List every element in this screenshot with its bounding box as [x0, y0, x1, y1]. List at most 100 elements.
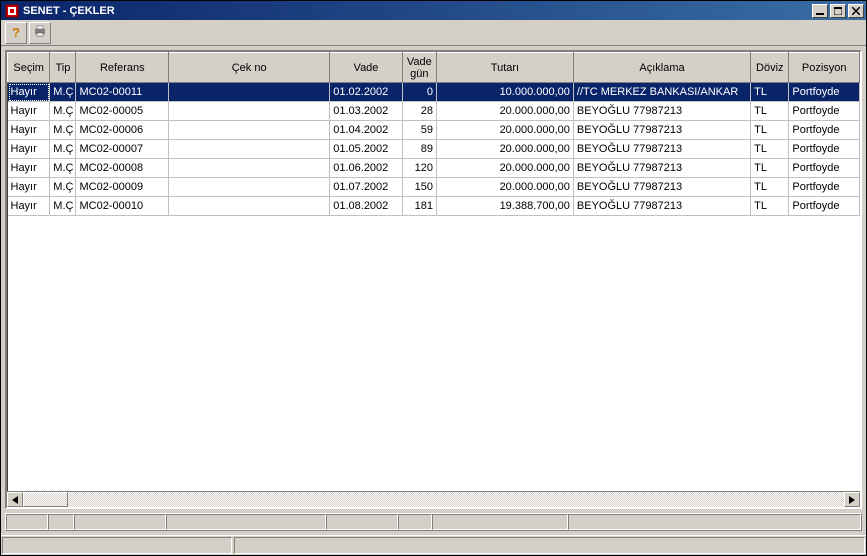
cell-doviz[interactable]: TL: [751, 140, 789, 159]
cell-vade[interactable]: 01.07.2002: [330, 178, 403, 197]
cell-referans[interactable]: MC02-00008: [76, 159, 169, 178]
cell-aciklama[interactable]: BEYOĞLU 77987213: [573, 121, 750, 140]
close-button[interactable]: [848, 4, 864, 18]
cell-pozisyon[interactable]: Portfoyde: [789, 197, 860, 216]
cell-vadegun[interactable]: 89: [402, 140, 436, 159]
cell-vadegun[interactable]: 28: [402, 102, 436, 121]
cell-vade[interactable]: 01.08.2002: [330, 197, 403, 216]
cell-secim[interactable]: Hayır: [8, 178, 50, 197]
cell-tip[interactable]: M.Ç: [50, 178, 76, 197]
cell-vadegun[interactable]: 150: [402, 178, 436, 197]
cell-tip[interactable]: M.Ç: [50, 140, 76, 159]
cell-referans[interactable]: MC02-00011: [76, 83, 169, 102]
cell-pozisyon[interactable]: Portfoyde: [789, 83, 860, 102]
titlebar[interactable]: SENET - ÇEKLER: [1, 1, 866, 20]
cell-secim[interactable]: Hayır: [8, 197, 50, 216]
cell-tutari[interactable]: 19.388.700,00: [436, 197, 573, 216]
cell-referans[interactable]: MC02-00007: [76, 140, 169, 159]
cell-tutari[interactable]: 20.000.000,00: [436, 159, 573, 178]
minimize-button[interactable]: [812, 4, 828, 18]
summary-cell: [6, 514, 48, 530]
cell-vade[interactable]: 01.02.2002: [330, 83, 403, 102]
cell-aciklama[interactable]: BEYOĞLU 77987213: [573, 178, 750, 197]
cell-aciklama[interactable]: BEYOĞLU 77987213: [573, 197, 750, 216]
cell-doviz[interactable]: TL: [751, 121, 789, 140]
maximize-button[interactable]: [830, 4, 846, 18]
cell-cekno[interactable]: [169, 140, 330, 159]
column-header-tutari[interactable]: Tutarı: [436, 53, 573, 83]
cell-vadegun[interactable]: 59: [402, 121, 436, 140]
cell-doviz[interactable]: TL: [751, 102, 789, 121]
cell-pozisyon[interactable]: Portfoyde: [789, 102, 860, 121]
column-header-aciklama[interactable]: Açıklama: [573, 53, 750, 83]
cell-doviz[interactable]: TL: [751, 197, 789, 216]
cell-vadegun[interactable]: 181: [402, 197, 436, 216]
cell-cekno[interactable]: [169, 121, 330, 140]
cell-aciklama[interactable]: BEYOĞLU 77987213: [573, 140, 750, 159]
table-row[interactable]: HayırM.ÇMC02-00008 01.06.200212020.000.00…: [8, 159, 860, 178]
cell-aciklama[interactable]: //TC MERKEZ BANKASI/ANKAR: [573, 83, 750, 102]
cell-tutari[interactable]: 20.000.000,00: [436, 102, 573, 121]
cell-tip[interactable]: M.Ç: [50, 197, 76, 216]
cell-secim[interactable]: Hayır: [8, 140, 50, 159]
cell-pozisyon[interactable]: Portfoyde: [789, 178, 860, 197]
table-row[interactable]: HayırM.ÇMC02-00011 01.02.2002010.000.000,…: [8, 83, 860, 102]
column-header-tip[interactable]: Tip: [50, 53, 76, 83]
column-header-doviz[interactable]: Döviz: [751, 53, 789, 83]
cell-doviz[interactable]: TL: [751, 83, 789, 102]
cell-tutari[interactable]: 20.000.000,00: [436, 178, 573, 197]
scroll-right-button[interactable]: [844, 492, 860, 507]
scroll-thumb[interactable]: [23, 492, 68, 507]
cell-cekno[interactable]: [169, 178, 330, 197]
cell-secim[interactable]: Hayır: [8, 83, 50, 102]
column-header-secim[interactable]: Seçim: [8, 53, 50, 83]
scroll-track[interactable]: [23, 492, 844, 507]
table-row[interactable]: HayırM.ÇMC02-00005 01.03.20022820.000.000…: [8, 102, 860, 121]
column-header-cekno[interactable]: Çek no: [169, 53, 330, 83]
cell-tutari[interactable]: 20.000.000,00: [436, 121, 573, 140]
cell-vadegun[interactable]: 120: [402, 159, 436, 178]
cell-referans[interactable]: MC02-00009: [76, 178, 169, 197]
cell-vadegun[interactable]: 0: [402, 83, 436, 102]
table-row[interactable]: HayırM.ÇMC02-00009 01.07.200215020.000.00…: [8, 178, 860, 197]
cell-tutari[interactable]: 20.000.000,00: [436, 140, 573, 159]
column-header-vadegun[interactable]: Vadegün: [402, 53, 436, 83]
cell-pozisyon[interactable]: Portfoyde: [789, 140, 860, 159]
cell-tip[interactable]: M.Ç: [50, 159, 76, 178]
column-header-pozisyon[interactable]: Pozisyon: [789, 53, 860, 83]
cell-aciklama[interactable]: BEYOĞLU 77987213: [573, 102, 750, 121]
print-button[interactable]: [29, 22, 51, 44]
cell-tip[interactable]: M.Ç: [50, 83, 76, 102]
cell-vade[interactable]: 01.04.2002: [330, 121, 403, 140]
data-grid[interactable]: SeçimTipReferansÇek noVadeVadegünTutarıA…: [5, 50, 862, 509]
cell-aciklama[interactable]: BEYOĞLU 77987213: [573, 159, 750, 178]
cell-cekno[interactable]: [169, 197, 330, 216]
table-row[interactable]: HayırM.ÇMC02-00010 01.08.200218119.388.70…: [8, 197, 860, 216]
horizontal-scrollbar[interactable]: [7, 491, 860, 507]
table-row[interactable]: HayırM.ÇMC02-00007 01.05.20028920.000.000…: [8, 140, 860, 159]
cell-cekno[interactable]: [169, 83, 330, 102]
cell-pozisyon[interactable]: Portfoyde: [789, 121, 860, 140]
table-row[interactable]: HayırM.ÇMC02-00006 01.04.20025920.000.000…: [8, 121, 860, 140]
cell-pozisyon[interactable]: Portfoyde: [789, 159, 860, 178]
cell-tip[interactable]: M.Ç: [50, 121, 76, 140]
column-header-referans[interactable]: Referans: [76, 53, 169, 83]
cell-cekno[interactable]: [169, 159, 330, 178]
cell-referans[interactable]: MC02-00005: [76, 102, 169, 121]
cell-referans[interactable]: MC02-00006: [76, 121, 169, 140]
cell-doviz[interactable]: TL: [751, 178, 789, 197]
help-button[interactable]: ?: [5, 22, 27, 44]
cell-secim[interactable]: Hayır: [8, 159, 50, 178]
cell-secim[interactable]: Hayır: [8, 102, 50, 121]
cell-tip[interactable]: M.Ç: [50, 102, 76, 121]
cell-vade[interactable]: 01.05.2002: [330, 140, 403, 159]
cell-vade[interactable]: 01.03.2002: [330, 102, 403, 121]
cell-tutari[interactable]: 10.000.000,00: [436, 83, 573, 102]
cell-secim[interactable]: Hayır: [8, 121, 50, 140]
scroll-left-button[interactable]: [7, 492, 23, 507]
column-header-vade[interactable]: Vade: [330, 53, 403, 83]
cell-cekno[interactable]: [169, 102, 330, 121]
cell-referans[interactable]: MC02-00010: [76, 197, 169, 216]
cell-vade[interactable]: 01.06.2002: [330, 159, 403, 178]
cell-doviz[interactable]: TL: [751, 159, 789, 178]
